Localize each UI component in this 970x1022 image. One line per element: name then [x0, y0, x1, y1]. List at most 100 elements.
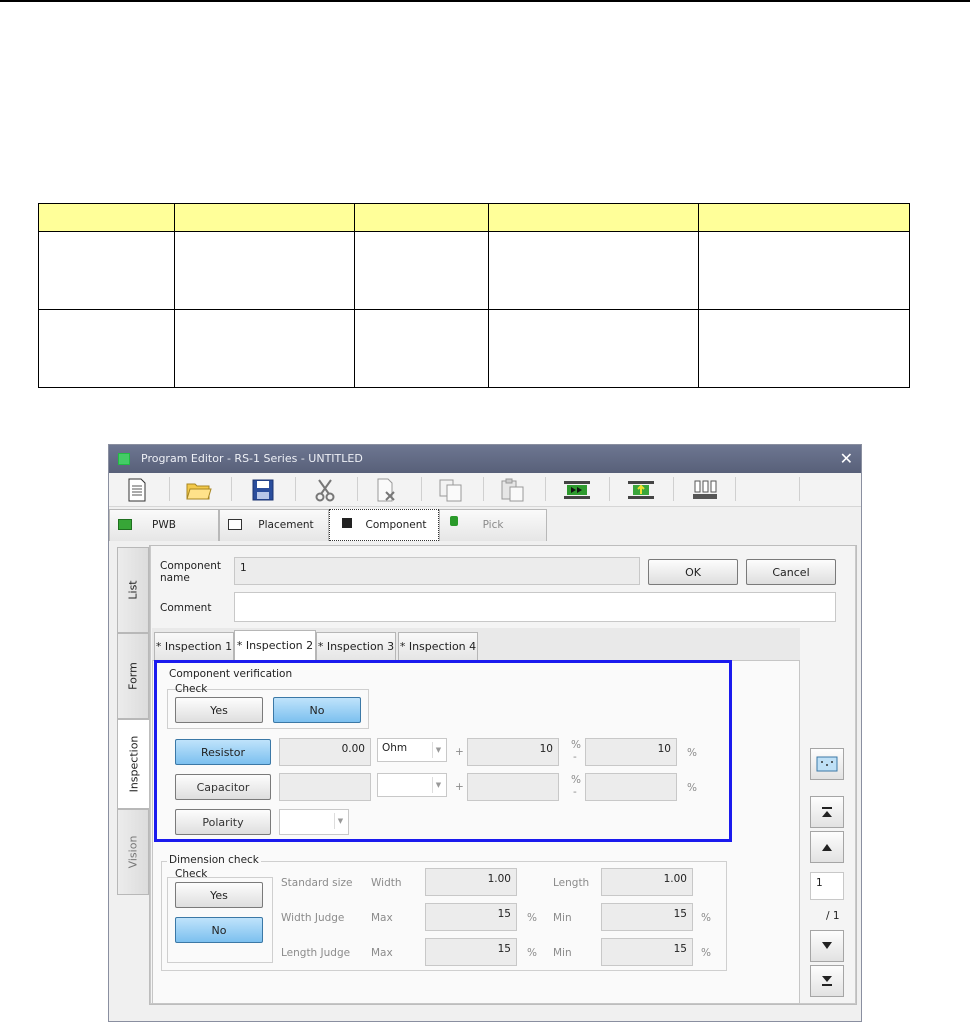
previous-page-icon[interactable] [810, 831, 844, 863]
toolbar-separator [673, 477, 674, 501]
toolbar-separator [231, 477, 232, 501]
save-icon[interactable] [241, 476, 285, 504]
component-name-input[interactable]: 1 [234, 557, 640, 585]
table-cell [488, 309, 700, 388]
side-tab-list[interactable]: List [117, 547, 149, 633]
table-cell [173, 309, 355, 388]
percent-sign: % [527, 912, 537, 924]
table-cell [353, 231, 490, 310]
toolbar-separator [421, 477, 422, 501]
tab-pick-label: Pick [482, 519, 504, 531]
toolbar-separator [357, 477, 358, 501]
side-tab-form[interactable]: Form [117, 633, 149, 719]
table-header-cell [488, 203, 700, 232]
table-header-cell [353, 203, 490, 232]
mode-tabs: PWB Placement Component Pick [109, 509, 861, 541]
tab-inspection-3[interactable]: * Inspection 3 [316, 632, 396, 660]
length-judge-label: Length Judge [281, 947, 351, 959]
new-document-icon[interactable] [115, 476, 159, 504]
length-max-input[interactable]: 15 [425, 938, 517, 966]
cancel-button[interactable]: Cancel [746, 559, 836, 585]
close-icon[interactable]: ✕ [840, 449, 853, 468]
program-editor-window: Program Editor - RS-1 Series - UNTITLED … [108, 444, 862, 1022]
toolbar-separator [735, 477, 736, 501]
length-min-label: Min [553, 947, 572, 959]
length-label: Length [553, 877, 590, 889]
table-cell [698, 309, 910, 388]
table-cell [173, 231, 355, 310]
side-tab-vision[interactable]: Vision [117, 809, 149, 895]
toolbar-separator [295, 477, 296, 501]
toolbar-separator [169, 477, 170, 501]
page-number-input[interactable]: 1 [810, 872, 844, 900]
table-header-cell [38, 203, 175, 232]
document-table [38, 203, 910, 388]
side-tab-inspection[interactable]: Inspection [117, 719, 149, 809]
title-bar: Program Editor - RS-1 Series - UNTITLED … [109, 445, 861, 473]
comment-input[interactable] [234, 592, 836, 622]
dimension-no-button[interactable]: No [175, 917, 263, 943]
toolbar [109, 473, 861, 507]
percent-sign: % [701, 947, 711, 959]
tab-inspection-4[interactable]: * Inspection 4 [398, 632, 478, 660]
dimension-yes-button[interactable]: Yes [175, 882, 263, 908]
table-cell [353, 309, 490, 388]
board-icon[interactable] [619, 476, 663, 504]
side-tab-list-label: List [126, 580, 140, 600]
width-min-input[interactable]: 15 [601, 903, 693, 931]
tab-placement[interactable]: Placement [219, 509, 329, 541]
percent-sign: % [701, 912, 711, 924]
first-page-icon[interactable] [810, 796, 844, 828]
ok-button[interactable]: OK [648, 559, 738, 585]
table-header-cell [173, 203, 355, 232]
table-row [38, 231, 910, 310]
table-row [38, 309, 910, 388]
open-folder-icon[interactable] [177, 476, 221, 504]
table-header-cell [698, 203, 910, 232]
component-panel: Component name 1 OK Cancel Comment * Ins… [149, 545, 857, 1005]
length-min-input[interactable]: 15 [601, 938, 693, 966]
delete-icon[interactable] [365, 476, 409, 504]
page-total: / 1 [826, 910, 840, 922]
window-title: Program Editor - RS-1 Series - UNTITLED [141, 452, 363, 465]
last-page-icon[interactable] [810, 965, 844, 997]
width-max-label: Max [371, 912, 393, 924]
width-judge-label: Width Judge [281, 912, 345, 924]
toolbar-separator [545, 477, 546, 501]
toolbar-separator [483, 477, 484, 501]
percent-sign: % [527, 947, 537, 959]
side-tab-vision-label: Vision [126, 835, 140, 869]
standard-size-label: Standard size [281, 877, 353, 889]
dimension-check-title: Dimension check [167, 854, 261, 866]
tab-inspection-1[interactable]: * Inspection 1 [154, 632, 234, 660]
paste-icon[interactable] [491, 476, 535, 504]
width-max-input[interactable]: 15 [425, 903, 517, 931]
tab-inspection-2[interactable]: * Inspection 2 [234, 630, 316, 660]
length-input[interactable]: 1.00 [601, 868, 693, 896]
nozzle-icon[interactable] [683, 476, 727, 504]
highlight-frame [154, 660, 732, 842]
pcb-transfer-icon[interactable] [555, 476, 599, 504]
tab-pwb-label: PWB [152, 519, 176, 531]
copy-icon[interactable] [429, 476, 473, 504]
tab-pwb[interactable]: PWB [109, 509, 219, 541]
toolbar-separator [799, 477, 800, 501]
width-input[interactable]: 1.00 [425, 868, 517, 896]
table-header-row [38, 203, 910, 232]
component-name-label: Component name [160, 560, 221, 584]
next-page-icon[interactable] [810, 930, 844, 962]
width-min-label: Min [553, 912, 572, 924]
tab-pick[interactable]: Pick [439, 509, 547, 541]
length-max-label: Max [371, 947, 393, 959]
view-toggle-icon[interactable] [810, 748, 844, 780]
table-cell [488, 231, 700, 310]
side-tab-inspection-label: Inspection [127, 735, 140, 793]
table-cell [38, 231, 175, 310]
page-top-rule [0, 0, 970, 2]
app-icon [118, 453, 130, 465]
table-cell [38, 309, 175, 388]
cut-icon[interactable] [303, 476, 347, 504]
tab-placement-label: Placement [258, 519, 314, 531]
side-tab-form-label: Form [126, 662, 140, 690]
tab-component[interactable]: Component [329, 509, 439, 541]
